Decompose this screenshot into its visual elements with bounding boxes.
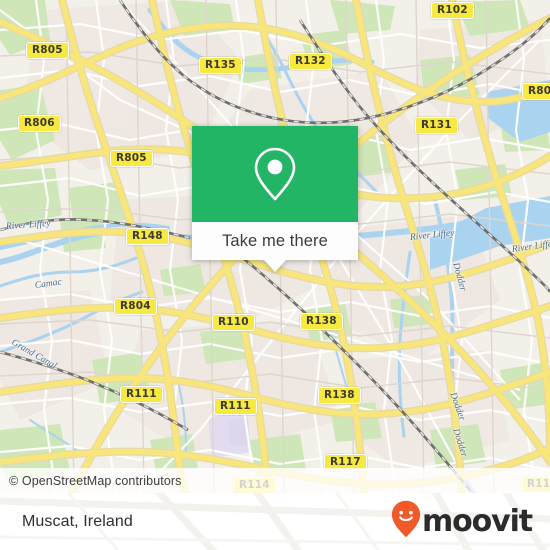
road-shield: R102 <box>431 2 474 19</box>
road-shield: R111 <box>120 386 163 403</box>
road-shield: R138 <box>300 313 343 330</box>
road-shield: R805 <box>26 42 69 59</box>
moovit-brand[interactable]: moovit <box>391 500 550 543</box>
map-attribution-bar: © OpenStreetMap contributors <box>0 468 550 493</box>
road-shield: R148 <box>126 228 169 245</box>
road-shield: R804 <box>114 298 157 315</box>
popup-action-button[interactable]: Take me there <box>192 222 358 260</box>
popup-tail <box>264 260 286 272</box>
road-shield: R135 <box>199 57 242 74</box>
moovit-smiley-pin-icon <box>391 500 421 543</box>
road-shield: R138 <box>318 387 361 404</box>
location-pin-icon <box>253 145 297 203</box>
road-shield: R111 <box>214 398 257 415</box>
popup-icon-area <box>192 126 358 222</box>
road-shield: R131 <box>415 117 458 134</box>
osm-attribution-text[interactable]: © OpenStreetMap contributors <box>0 474 182 488</box>
road-shield: R806 <box>18 115 61 132</box>
map-canvas[interactable]: R805 R135 R132 R102 R807 R806 R131 R805 R148 R804… <box>0 0 550 493</box>
take-me-there-popup[interactable]: Take me there <box>192 126 358 272</box>
road-shield: R132 <box>289 53 332 70</box>
road-shield: R807 <box>522 83 550 100</box>
road-shield: R110 <box>212 314 255 331</box>
footer-bar: Muscat, Ireland moovit <box>0 493 550 550</box>
place-title: Muscat, Ireland <box>22 512 133 530</box>
map-screenshot: R805 R135 R132 R102 R807 R806 R131 R805 R148 R804… <box>0 0 550 550</box>
moovit-wordmark: moovit <box>421 503 533 539</box>
road-shield: R805 <box>110 150 153 167</box>
popup-action-label: Take me there <box>222 231 328 250</box>
